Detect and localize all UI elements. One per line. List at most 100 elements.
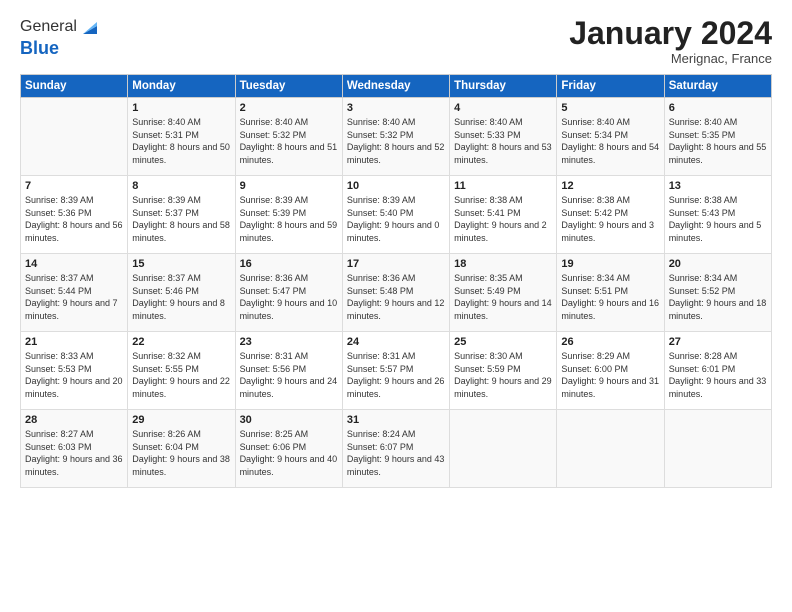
table-row: 11 Sunrise: 8:38 AMSunset: 5:41 PMDayligh… [450,176,557,254]
cell-text: Sunrise: 8:25 AMSunset: 6:06 PMDaylight:… [240,429,338,477]
day-number: 11 [454,180,552,192]
title-block: January 2024 Merignac, France [569,16,772,66]
logo-icon [79,16,101,38]
table-row: 27 Sunrise: 8:28 AMSunset: 6:01 PMDayligh… [664,332,771,410]
cell-text: Sunrise: 8:40 AMSunset: 5:33 PMDaylight:… [454,117,552,165]
calendar-row-2: 14 Sunrise: 8:37 AMSunset: 5:44 PMDayligh… [21,254,772,332]
cell-text: Sunrise: 8:40 AMSunset: 5:35 PMDaylight:… [669,117,767,165]
cell-text: Sunrise: 8:29 AMSunset: 6:00 PMDaylight:… [561,351,659,399]
day-number: 22 [132,336,230,348]
table-row: 1 Sunrise: 8:40 AMSunset: 5:31 PMDaylight… [128,98,235,176]
cell-text: Sunrise: 8:40 AMSunset: 5:34 PMDaylight:… [561,117,659,165]
cell-text: Sunrise: 8:34 AMSunset: 5:52 PMDaylight:… [669,273,767,321]
col-sunday: Sunday [21,75,128,98]
table-row: 17Sunrise: 8:36 AMSunset: 5:48 PMDayligh… [342,254,449,332]
table-row: 2Sunrise: 8:40 AMSunset: 5:32 PMDaylight… [235,98,342,176]
table-row: 18 Sunrise: 8:35 AMSunset: 5:49 PMDayligh… [450,254,557,332]
day-number: 12 [561,180,659,192]
day-number: 29 [132,414,230,426]
cell-text: Sunrise: 8:38 AMSunset: 5:41 PMDaylight:… [454,195,547,243]
table-row: 31 Sunrise: 8:24 AMSunset: 6:07 PMDayligh… [342,410,449,488]
calendar-row-4: 28 Sunrise: 8:27 AMSunset: 6:03 PMDayligh… [21,410,772,488]
table-row [450,410,557,488]
calendar-row-3: 21 Sunrise: 8:33 AMSunset: 5:53 PMDayligh… [21,332,772,410]
day-number: 1 [132,102,230,114]
cell-text: Sunrise: 8:38 AMSunset: 5:43 PMDaylight:… [669,195,762,243]
calendar-row-1: 7Sunrise: 8:39 AMSunset: 5:36 PMDaylight… [21,176,772,254]
day-number: 27 [669,336,767,348]
table-row: 29 Sunrise: 8:26 AMSunset: 6:04 PMDayligh… [128,410,235,488]
day-number: 3 [347,102,445,114]
cell-text: Sunrise: 8:38 AMSunset: 5:42 PMDaylight:… [561,195,654,243]
calendar-table: Sunday Monday Tuesday Wednesday Thursday… [20,74,772,488]
col-tuesday: Tuesday [235,75,342,98]
day-number: 24 [347,336,445,348]
day-number: 16 [240,258,338,270]
table-row: 25Sunrise: 8:30 AMSunset: 5:59 PMDayligh… [450,332,557,410]
table-row: 22 Sunrise: 8:32 AMSunset: 5:55 PMDayligh… [128,332,235,410]
logo-blue-text: Blue [20,38,59,58]
cell-text: Sunrise: 8:39 AMSunset: 5:39 PMDaylight:… [240,195,338,243]
cell-text: Sunrise: 8:39 AMSunset: 5:37 PMDaylight:… [132,195,230,243]
day-number: 14 [25,258,123,270]
table-row: 13 Sunrise: 8:38 AMSunset: 5:43 PMDayligh… [664,176,771,254]
table-row: 7Sunrise: 8:39 AMSunset: 5:36 PMDaylight… [21,176,128,254]
table-row: 6 Sunrise: 8:40 AMSunset: 5:35 PMDaylight… [664,98,771,176]
cell-text: Sunrise: 8:37 AMSunset: 5:44 PMDaylight:… [25,273,118,321]
header-row: Sunday Monday Tuesday Wednesday Thursday… [21,75,772,98]
table-row: 15 Sunrise: 8:37 AMSunset: 5:46 PMDayligh… [128,254,235,332]
table-row [21,98,128,176]
table-row: 3 Sunrise: 8:40 AMSunset: 5:32 PMDaylight… [342,98,449,176]
day-number: 30 [240,414,338,426]
table-row: 12 Sunrise: 8:38 AMSunset: 5:42 PMDayligh… [557,176,664,254]
col-thursday: Thursday [450,75,557,98]
day-number: 18 [454,258,552,270]
table-row: 28 Sunrise: 8:27 AMSunset: 6:03 PMDayligh… [21,410,128,488]
cell-text: Sunrise: 8:32 AMSunset: 5:55 PMDaylight:… [132,351,230,399]
logo: General Blue [20,16,101,59]
cell-text: Sunrise: 8:30 AMSunset: 5:59 PMDaylight:… [454,351,552,399]
table-row: 30 Sunrise: 8:25 AMSunset: 6:06 PMDayligh… [235,410,342,488]
cell-text: Sunrise: 8:37 AMSunset: 5:46 PMDaylight:… [132,273,225,321]
col-monday: Monday [128,75,235,98]
calendar-page: General Blue January 2024 Merignac, Fran… [0,0,792,612]
day-number: 15 [132,258,230,270]
day-number: 28 [25,414,123,426]
location-subtitle: Merignac, France [569,51,772,66]
cell-text: Sunrise: 8:27 AMSunset: 6:03 PMDaylight:… [25,429,123,477]
day-number: 13 [669,180,767,192]
col-saturday: Saturday [664,75,771,98]
table-row: 20 Sunrise: 8:34 AMSunset: 5:52 PMDayligh… [664,254,771,332]
col-wednesday: Wednesday [342,75,449,98]
cell-text: Sunrise: 8:34 AMSunset: 5:51 PMDaylight:… [561,273,659,321]
cell-text: Sunrise: 8:40 AMSunset: 5:32 PMDaylight:… [240,117,338,165]
col-friday: Friday [557,75,664,98]
table-row: 19 Sunrise: 8:34 AMSunset: 5:51 PMDayligh… [557,254,664,332]
day-number: 21 [25,336,123,348]
cell-text: Sunrise: 8:40 AMSunset: 5:31 PMDaylight:… [132,117,230,165]
cell-text: Sunrise: 8:33 AMSunset: 5:53 PMDaylight:… [25,351,123,399]
table-row [664,410,771,488]
cell-text: Sunrise: 8:28 AMSunset: 6:01 PMDaylight:… [669,351,767,399]
table-row: 16Sunrise: 8:36 AMSunset: 5:47 PMDayligh… [235,254,342,332]
cell-text: Sunrise: 8:31 AMSunset: 5:57 PMDaylight:… [347,351,445,399]
calendar-row-0: 1 Sunrise: 8:40 AMSunset: 5:31 PMDaylight… [21,98,772,176]
day-number: 26 [561,336,659,348]
table-row: 8Sunrise: 8:39 AMSunset: 5:37 PMDaylight… [128,176,235,254]
day-number: 10 [347,180,445,192]
day-number: 6 [669,102,767,114]
day-number: 19 [561,258,659,270]
table-row: 10Sunrise: 8:39 AMSunset: 5:40 PMDayligh… [342,176,449,254]
cell-text: Sunrise: 8:35 AMSunset: 5:49 PMDaylight:… [454,273,552,321]
day-number: 20 [669,258,767,270]
table-row: 14 Sunrise: 8:37 AMSunset: 5:44 PMDayligh… [21,254,128,332]
table-row: 23Sunrise: 8:31 AMSunset: 5:56 PMDayligh… [235,332,342,410]
cell-text: Sunrise: 8:26 AMSunset: 6:04 PMDaylight:… [132,429,230,477]
cell-text: Sunrise: 8:40 AMSunset: 5:32 PMDaylight:… [347,117,445,165]
table-row: 4Sunrise: 8:40 AMSunset: 5:33 PMDaylight… [450,98,557,176]
cell-text: Sunrise: 8:24 AMSunset: 6:07 PMDaylight:… [347,429,445,477]
day-number: 17 [347,258,445,270]
cell-text: Sunrise: 8:39 AMSunset: 5:36 PMDaylight:… [25,195,123,243]
day-number: 31 [347,414,445,426]
header: General Blue January 2024 Merignac, Fran… [20,16,772,66]
